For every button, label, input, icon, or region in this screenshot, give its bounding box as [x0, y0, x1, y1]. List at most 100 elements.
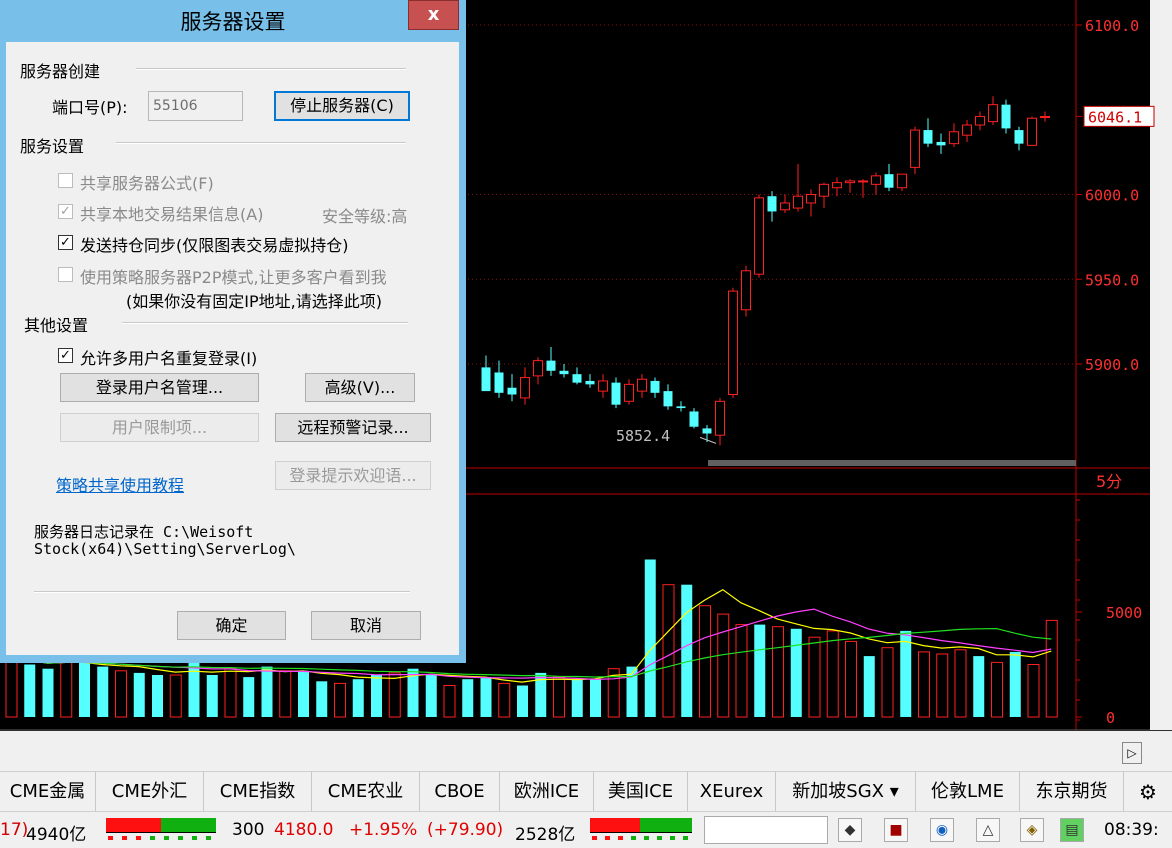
status-prefix: 17): [0, 820, 29, 840]
send-position-sync-checkbox[interactable]: ✓: [58, 235, 73, 250]
ok-button[interactable]: 确定: [177, 611, 286, 640]
volume-bar: [243, 677, 255, 717]
volume-bar: [188, 662, 200, 717]
volume-bar: [699, 605, 711, 718]
meter-dot: [618, 836, 623, 840]
cancel-button[interactable]: 取消: [311, 611, 421, 640]
candle-body: [767, 196, 777, 212]
remote-alert-button[interactable]: 远程预警记录...: [275, 413, 431, 442]
tab-ice-europe[interactable]: 欧洲ICE: [500, 772, 594, 812]
log-path-line1: 服务器日志记录在 C:\Weisoft: [34, 523, 254, 541]
allow-multi-login-label: 允许多用户名重复登录(I): [80, 349, 258, 368]
volume-bar: [498, 682, 511, 718]
p2p-note: (如果你没有固定IP地址,请选择此项): [126, 292, 382, 311]
gear-icon[interactable]: ⚙: [1124, 772, 1172, 812]
meter-dot: [605, 836, 610, 840]
share-local-result-checkbox[interactable]: ✓: [58, 204, 73, 219]
volume-bar: [553, 676, 565, 718]
tab-sgx[interactable]: 新加坡SGX ▾: [776, 772, 916, 812]
volume-bar: [826, 630, 839, 718]
python-icon[interactable]: ◆: [838, 818, 862, 842]
close-button[interactable]: x: [408, 0, 459, 30]
globe-icon[interactable]: ◉: [930, 818, 954, 842]
price-tick-label: 5950.0: [1085, 271, 1139, 289]
volume-bar: [462, 679, 474, 717]
share-formula-checkbox[interactable]: [58, 173, 73, 188]
tab-xeurex[interactable]: XEurex: [688, 772, 776, 812]
volume-bar: [316, 681, 328, 717]
volume-bar: [425, 675, 437, 717]
volume-bar: [517, 685, 528, 717]
calculator-icon[interactable]: ▤: [1060, 818, 1084, 842]
tab-cme-fx[interactable]: CME外汇: [96, 772, 204, 812]
volume-bar: [918, 651, 930, 718]
candle-body: [572, 374, 582, 383]
use-p2p-checkbox[interactable]: [58, 267, 73, 282]
candle-body: [715, 400, 725, 436]
candle-body: [793, 195, 803, 209]
eye-icon[interactable]: ◈: [1020, 818, 1044, 842]
volume-bar: [735, 624, 748, 718]
volume-bar: [681, 584, 693, 717]
bell-icon[interactable]: △: [976, 818, 1000, 842]
candle-body: [585, 380, 595, 385]
meter-dot: [670, 836, 675, 840]
volume-bar: [973, 656, 985, 717]
tab-cboe[interactable]: CBOE: [420, 772, 500, 812]
tab-lme[interactable]: 伦敦LME: [916, 772, 1020, 812]
divider: [116, 142, 406, 144]
tab-cme-metals[interactable]: CME金属: [0, 772, 96, 812]
candle-body: [624, 383, 634, 402]
meter-dot: [108, 836, 113, 840]
low-annotation-pointer: [699, 436, 717, 444]
candle-body: [1027, 117, 1037, 146]
volume-bar: [754, 624, 766, 717]
advanced-button[interactable]: 高级(V)...: [305, 373, 415, 402]
candle-body: [637, 378, 647, 392]
port-input[interactable]: 55106: [148, 91, 243, 121]
chart-scrollbar[interactable]: [708, 460, 1076, 466]
meter-dot: [592, 836, 597, 840]
tab-cme-agri[interactable]: CME农业: [312, 772, 420, 812]
volume-bar: [115, 670, 127, 718]
volume-bar: [644, 559, 656, 717]
candle-body: [910, 129, 920, 168]
meter-dot: [631, 836, 636, 840]
scroll-right-arrow-icon[interactable]: ▷: [1122, 742, 1142, 764]
volume-bar: [845, 640, 857, 718]
candle-body: [975, 116, 985, 126]
tab-cme-index[interactable]: CME指数: [204, 772, 312, 812]
use-p2p-label: 使用策略服务器P2P模式,让更多客户看到我: [80, 268, 387, 287]
database-icon[interactable]: ■: [884, 818, 908, 842]
welcome-message-button[interactable]: 登录提示欢迎语...: [275, 461, 431, 490]
user-manage-button[interactable]: 登录用户名管理...: [60, 373, 259, 402]
candle-body: [520, 377, 530, 399]
volume-bar: [991, 661, 1003, 718]
divider: [136, 68, 406, 70]
allow-multi-login-checkbox[interactable]: ✓: [58, 348, 73, 363]
status-index-name: 300: [232, 820, 265, 840]
candle-body: [988, 104, 998, 123]
meter-dot: [683, 836, 688, 840]
status-bar-meter-1: [106, 818, 216, 840]
stop-server-button[interactable]: 停止服务器(C): [274, 91, 410, 121]
candle-body: [754, 197, 764, 275]
volume-bar: [954, 649, 967, 718]
service-settings-group-label: 服务设置: [20, 137, 85, 156]
period-label: 5分: [1096, 472, 1122, 491]
volume-bar: [1045, 619, 1058, 718]
tab-tokyo[interactable]: 东京期货: [1020, 772, 1124, 812]
candle-body: [806, 194, 816, 204]
log-path-line2: Stock(x64)\Setting\ServerLog\: [34, 540, 296, 558]
volume-bar: [1009, 651, 1021, 717]
user-limit-button[interactable]: 用户限制项...: [60, 413, 259, 442]
server-settings-dialog: 服务器设置 x 服务器创建 端口号(P): 55106 停止服务器(C) 服务设…: [0, 0, 466, 663]
tab-ice-us[interactable]: 美国ICE: [594, 772, 688, 812]
volume-bar: [261, 666, 273, 717]
candle-body: [546, 360, 556, 371]
volume-bar: [388, 672, 401, 718]
volume-bar: [443, 685, 456, 718]
volume-tick-label: 0: [1106, 709, 1115, 727]
status-input-box[interactable]: [704, 816, 828, 844]
tutorial-link[interactable]: 策略共享使用教程: [56, 472, 184, 496]
